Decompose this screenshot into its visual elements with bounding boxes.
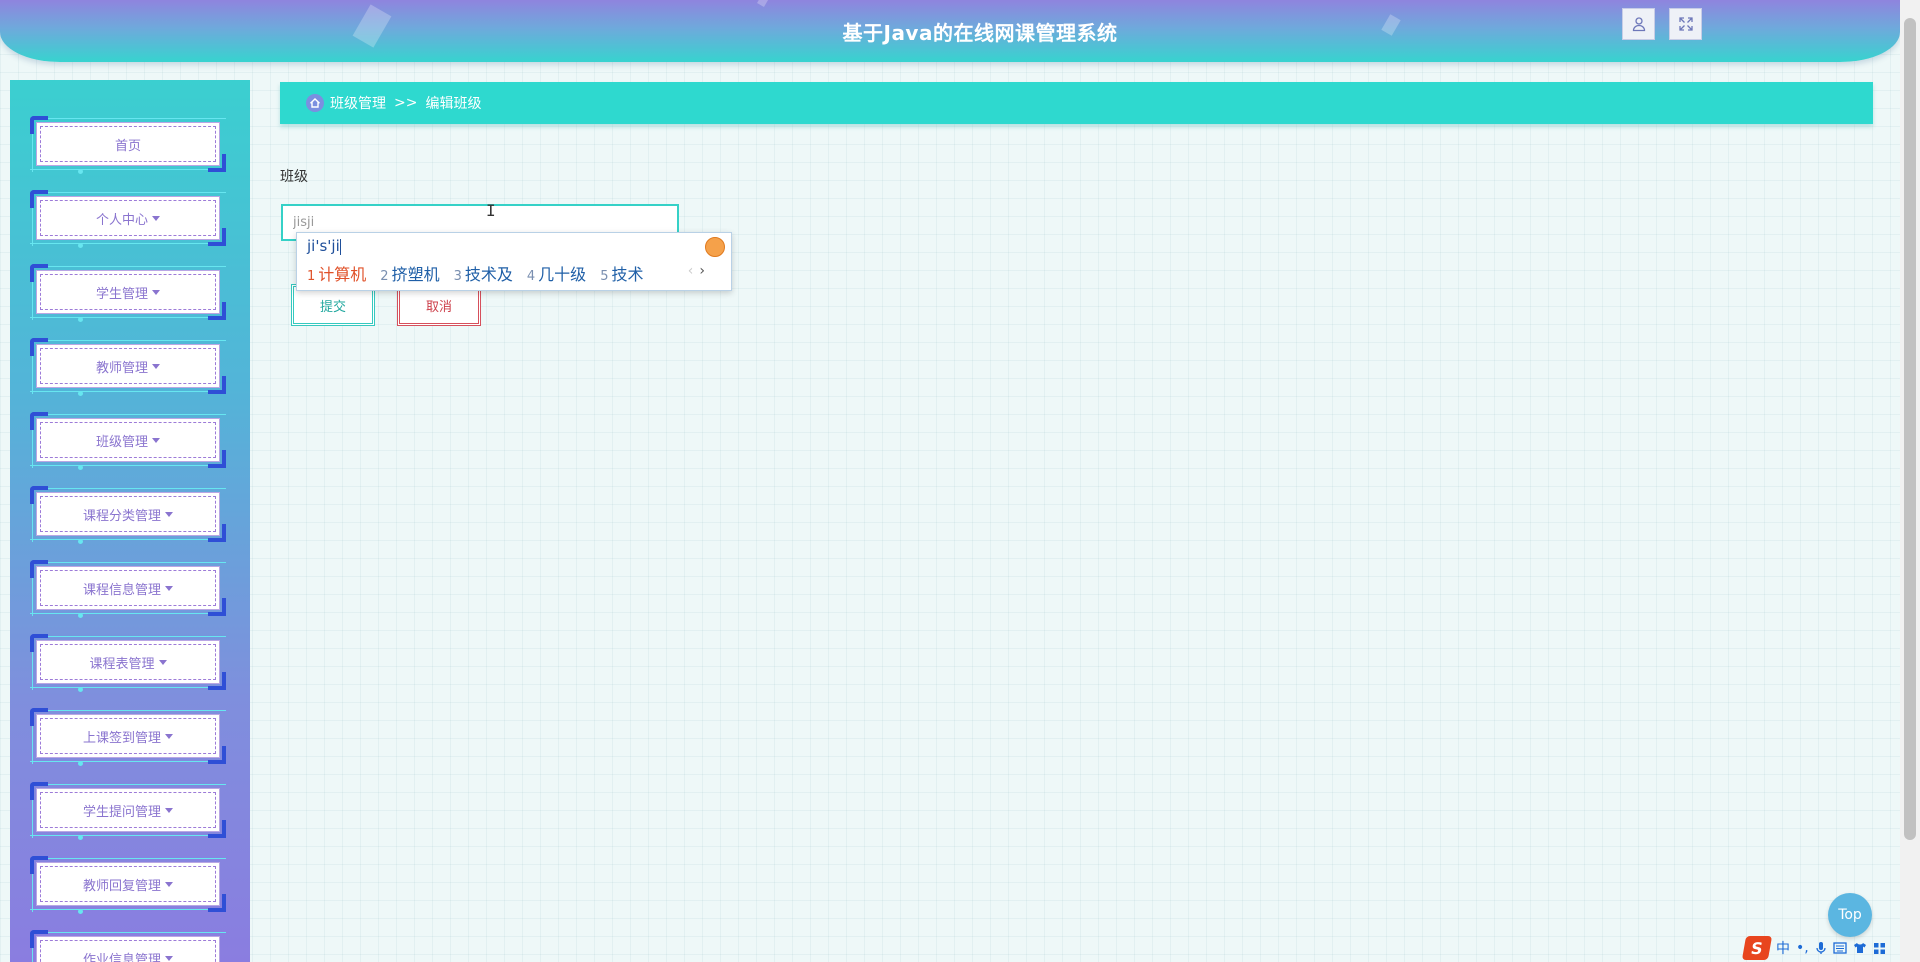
ime-candidate[interactable]: 4 几十级	[527, 261, 586, 285]
ime-page-arrows: ‹ ›	[688, 263, 705, 279]
sidebar-item-box[interactable]: 个人中心	[36, 196, 220, 240]
sogou-logo-icon[interactable]: S	[1741, 936, 1773, 960]
sidebar-item-box[interactable]: 课程表管理	[36, 640, 220, 684]
ime-candidate-number: 4	[526, 269, 536, 284]
ime-composition: ji's'ji	[307, 237, 341, 255]
breadcrumb: 班级管理 >> 编辑班级	[280, 82, 1873, 124]
ime-punct-toggle[interactable]: •,	[1796, 940, 1809, 956]
app-header: 基于Java的在线网课管理系统	[0, 0, 1900, 62]
sidebar-item[interactable]: 学生提问管理	[30, 782, 226, 840]
ime-next-icon[interactable]: ›	[699, 263, 705, 279]
toolbox-grid-icon[interactable]	[1873, 942, 1886, 955]
ime-candidate-text: 技术	[611, 265, 644, 284]
page-title: 基于Java的在线网课管理系统	[842, 21, 1118, 45]
ime-candidate-text: 几十级	[538, 265, 587, 284]
ime-candidate-number: 2	[380, 269, 389, 284]
sidebar-item-box[interactable]: 学生管理	[36, 270, 220, 314]
sidebar-item[interactable]: 上课签到管理	[30, 708, 226, 766]
sidebar-item[interactable]: 个人中心	[30, 190, 226, 248]
page-scrollbar-track[interactable]	[1900, 0, 1920, 962]
ime-candidate[interactable]: 3 技术及	[454, 261, 513, 285]
sidebar-item[interactable]: 教师回复管理	[30, 856, 226, 914]
sidebar-item[interactable]: 课程分类管理	[30, 486, 226, 544]
back-to-top-button[interactable]: Top	[1828, 893, 1872, 937]
sidebar-item-label: 学生提问管理	[82, 804, 161, 820]
sidebar: 首页个人中心学生管理教师管理班级管理课程分类管理 课程信息管理 课程表管理上课签到管…	[10, 80, 250, 962]
sidebar-item-label: 教师管理	[95, 360, 148, 376]
keyboard-icon[interactable]	[1833, 942, 1847, 954]
ime-candidate-text: 技术及	[464, 265, 513, 284]
breadcrumb-parent[interactable]: 班级管理	[330, 93, 386, 113]
ime-composition-text: ji's'ji	[307, 237, 340, 255]
sidebar-item-label: 首页	[114, 138, 141, 154]
sidebar-item-box[interactable]: 教师回复管理	[36, 862, 220, 906]
user-button[interactable]	[1622, 8, 1655, 40]
class-label: 班级	[280, 169, 308, 185]
sidebar-item[interactable]: 课程表管理	[30, 634, 226, 692]
sidebar-item-label: 作业信息管理	[82, 952, 161, 962]
sidebar-item-label: 学生管理	[95, 286, 148, 302]
ime-candidate-popup: ji's'ji 1 计算机 2 挤塑机 3 技术及 4 几十级 5 技术 ‹ ›	[296, 232, 732, 291]
sidebar-item-label: 上课签到管理	[82, 730, 161, 746]
sidebar-item[interactable]: 班级管理	[30, 412, 226, 470]
page-scrollbar-thumb[interactable]	[1904, 18, 1916, 840]
sidebar-item[interactable]: 作业信息管理	[30, 930, 226, 962]
header-decoration	[757, 0, 771, 8]
ime-candidate-number: 3	[453, 269, 462, 284]
ime-candidate-text: 挤塑机	[391, 265, 440, 284]
ime-candidate[interactable]: 5 技术	[600, 261, 643, 285]
ime-candidate-list: 1 计算机 2 挤塑机 3 技术及 4 几十级 5 技术	[307, 261, 657, 285]
ime-mode-toggle[interactable]: 中	[1776, 938, 1790, 958]
sidebar-item-label: 课程信息管理	[82, 582, 161, 598]
ime-toolbar: S 中 •,	[1741, 934, 1920, 962]
microphone-icon[interactable]	[1815, 941, 1827, 955]
sidebar-item-box[interactable]: 作业信息管理	[36, 936, 220, 962]
ime-candidate[interactable]: 2 挤塑机	[380, 261, 439, 285]
sidebar-item[interactable]: 学生管理	[30, 264, 226, 322]
ime-prev-icon[interactable]: ‹	[688, 263, 694, 279]
home-icon[interactable]	[306, 94, 324, 112]
sidebar-item-box[interactable]: 首页	[36, 122, 220, 166]
sidebar-item[interactable]: 首页	[30, 116, 226, 174]
breadcrumb-separator: >>	[394, 95, 418, 111]
ime-skin-icon[interactable]	[705, 237, 725, 257]
skin-shirt-icon[interactable]	[1853, 942, 1867, 954]
sidebar-item-label: 教师回复管理	[82, 878, 161, 894]
sidebar-item-box[interactable]: 课程分类管理	[36, 492, 220, 536]
sidebar-item-box[interactable]: 学生提问管理	[36, 788, 220, 832]
sidebar-item-box[interactable]: 班级管理	[36, 418, 220, 462]
sidebar-item-label: 个人中心	[95, 212, 148, 228]
sidebar-item-label: 课程分类管理	[82, 508, 161, 524]
text-cursor-icon: I	[486, 201, 496, 220]
fullscreen-icon	[1678, 17, 1693, 31]
sidebar-item-box[interactable]: 教师管理	[36, 344, 220, 388]
sidebar-item-box[interactable]: 上课签到管理	[36, 714, 220, 758]
ime-candidate[interactable]: 1 计算机	[307, 261, 366, 285]
sidebar-item-label: 班级管理	[95, 434, 148, 450]
sidebar-item-box[interactable]: 课程信息管理	[36, 566, 220, 610]
ime-candidate-number: 5	[600, 269, 609, 284]
sidebar-item-label: 课程表管理	[89, 656, 155, 672]
breadcrumb-current: 编辑班级	[425, 96, 482, 112]
ime-candidate-number: 1	[307, 269, 316, 284]
sidebar-item[interactable]: 教师管理	[30, 338, 226, 396]
ime-candidate-text: 计算机	[318, 265, 367, 284]
fullscreen-button[interactable]	[1669, 8, 1702, 40]
user-icon	[1632, 17, 1645, 32]
sidebar-item[interactable]: 课程信息管理	[30, 560, 226, 618]
